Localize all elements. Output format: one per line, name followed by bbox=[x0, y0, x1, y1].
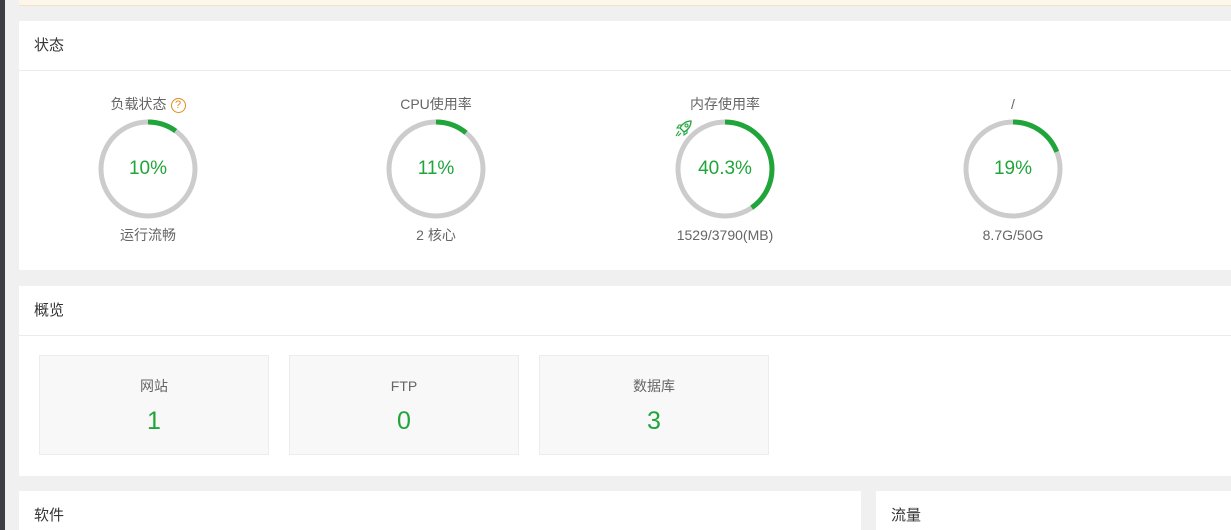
overview-item-count[interactable]: 3 bbox=[540, 406, 768, 436]
overview-item-count[interactable]: 0 bbox=[290, 406, 518, 436]
gauge-memory-ring: 40.3% bbox=[673, 117, 777, 221]
gauge-cpu-ring: 11% bbox=[384, 117, 488, 221]
gauge-cpu-value: 11% bbox=[417, 158, 455, 179]
gauge-memory-value: 40.3% bbox=[698, 158, 752, 179]
overview-item-label: 数据库 bbox=[633, 378, 675, 394]
overview-panel: 概览 网站 1 FTP 0 数据库 3 bbox=[19, 286, 1231, 476]
gauge-memory[interactable]: 内存使用率 40.3% 1529/3790(MB) bbox=[645, 94, 805, 245]
gauge-memory-sub: 1529/3790(MB) bbox=[676, 227, 774, 243]
overview-item-label: FTP bbox=[390, 378, 418, 394]
gauge-disk-value: 19% bbox=[993, 158, 1033, 179]
gauge-cpu-sub: 2 核心 bbox=[416, 227, 456, 243]
overview-item-databases[interactable]: 数据库 3 bbox=[539, 355, 769, 455]
status-panel-title: 状态 bbox=[19, 21, 1231, 71]
software-panel: 软件 bbox=[19, 491, 861, 530]
gauge-load-value: 10% bbox=[128, 158, 168, 179]
gauge-cpu[interactable]: CPU使用率 11% 2 核心 bbox=[356, 94, 516, 245]
help-icon[interactable]: ? bbox=[170, 98, 186, 113]
gauge-load-sub: 运行流畅 bbox=[120, 227, 176, 243]
gauge-memory-label: 内存使用率 bbox=[690, 96, 760, 112]
gauge-disk[interactable]: / 19% 8.7G/50G bbox=[933, 94, 1093, 245]
overview-item-websites[interactable]: 网站 1 bbox=[39, 355, 269, 455]
overview-item-label: 网站 bbox=[140, 378, 168, 394]
traffic-panel: 流量 bbox=[876, 491, 1231, 530]
gauge-load-label: 负载状态 bbox=[110, 96, 167, 112]
notice-bar bbox=[19, 0, 1231, 6]
overview-item-count[interactable]: 1 bbox=[40, 406, 268, 436]
gauge-disk-ring: 19% bbox=[961, 117, 1065, 221]
gauge-load-ring: 10% bbox=[96, 117, 200, 221]
gauge-cpu-label: CPU使用率 bbox=[400, 96, 472, 112]
traffic-panel-title: 流量 bbox=[891, 507, 922, 524]
gauge-load[interactable]: 负载状态? 10% 运行流畅 bbox=[68, 94, 228, 245]
status-panel: 状态 负载状态? 10% 运行流畅 CPU使用率 11% 2 核心 内存使用率 bbox=[19, 21, 1231, 270]
overview-item-ftp[interactable]: FTP 0 bbox=[289, 355, 519, 455]
left-sidebar-edge bbox=[0, 0, 5, 530]
overview-panel-title: 概览 bbox=[19, 286, 1231, 336]
gauge-disk-label: / bbox=[1011, 96, 1015, 112]
gauge-disk-sub: 8.7G/50G bbox=[982, 227, 1044, 243]
software-panel-title: 软件 bbox=[34, 507, 65, 524]
